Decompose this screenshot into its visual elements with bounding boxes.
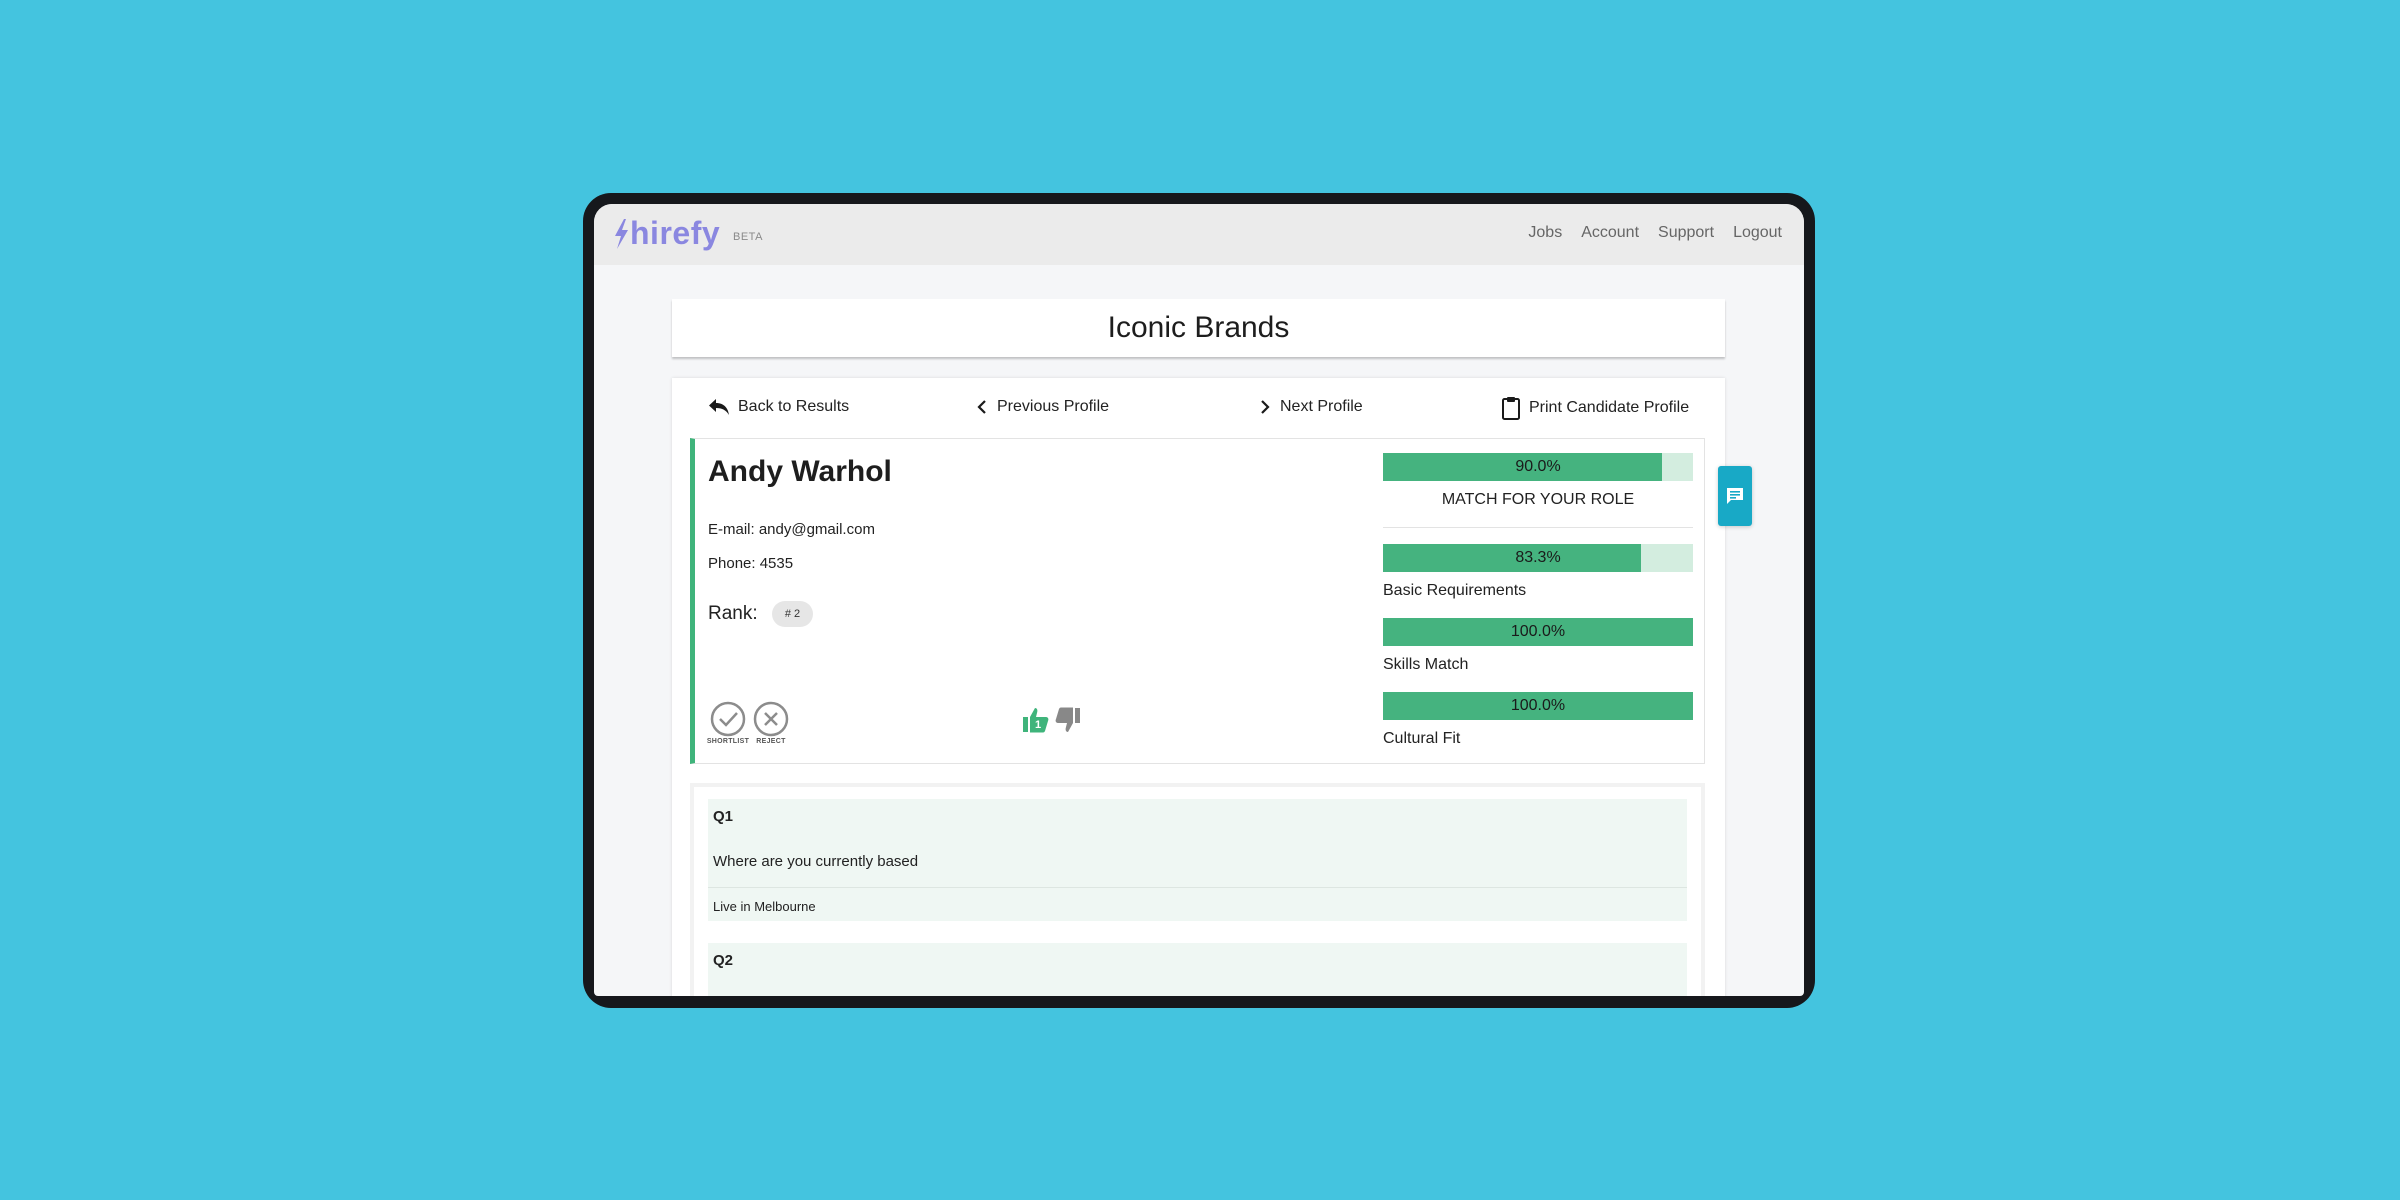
print-candidate-profile-label: Print Candidate Profile [1529, 399, 1690, 416]
overall-match-bar: 90.0% [1383, 453, 1693, 481]
questions-section: Q1 Where are you currently based Live in… [690, 783, 1705, 996]
question-number: Q1 [713, 808, 734, 825]
skills-match-label: Skills Match [1383, 656, 1469, 673]
next-profile-label: Next Profile [1280, 398, 1363, 415]
basic-requirements-percent: 83.3% [1515, 549, 1561, 566]
previous-profile-button[interactable]: Previous Profile [975, 398, 1109, 416]
overall-match-percent: 90.0% [1515, 458, 1561, 475]
reject-button[interactable]: REJECT [751, 701, 791, 745]
bolt-logo-icon [615, 219, 628, 249]
candidate-email: E-mail: andy@gmail.com [708, 521, 875, 538]
skills-match-percent: 100.0% [1510, 623, 1566, 640]
page-title-card: Iconic Brands [672, 299, 1725, 357]
upvote-count: 1 [1035, 719, 1041, 731]
nav-support-link[interactable]: Support [1658, 224, 1714, 242]
nav-account-link[interactable]: Account [1581, 224, 1639, 242]
reject-label: REJECT [756, 738, 786, 745]
back-to-results-label: Back to Results [738, 398, 850, 415]
basic-requirements-bar: 83.3% [1383, 544, 1693, 572]
question-card: Q1 Where are you currently based Live in… [708, 799, 1687, 921]
rank-badge: # 2 [772, 601, 813, 627]
beta-badge: BETA [733, 231, 763, 243]
clipboard-icon [1502, 397, 1520, 420]
shortlist-label: SHORTLIST [706, 738, 750, 745]
next-profile-button[interactable]: Next Profile [1258, 398, 1363, 416]
top-navbar: hirefy BETA Jobs Account Support Logout [594, 204, 1804, 265]
question-text: Where are you currently based [713, 853, 919, 870]
x-circle-icon [753, 701, 789, 737]
reply-arrow-icon [709, 399, 729, 415]
hirefy-logo[interactable]: hirefy [612, 216, 720, 250]
overall-match-label: MATCH FOR YOUR ROLE [1441, 491, 1635, 508]
chat-widget-button[interactable] [1718, 466, 1752, 526]
rank-label: Rank: [708, 603, 758, 624]
print-candidate-profile-button[interactable]: Print Candidate Profile [1501, 396, 1689, 420]
question-number: Q2 [713, 952, 734, 969]
score-divider [1383, 527, 1693, 528]
basic-requirements-label: Basic Requirements [1383, 582, 1527, 599]
back-to-results-button[interactable]: Back to Results [708, 398, 849, 416]
question-card: Q2 [708, 943, 1687, 996]
app-screen: hirefy BETA Jobs Account Support Logout … [594, 204, 1804, 996]
chevron-left-icon [977, 400, 986, 414]
candidate-phone: Phone: 4535 [708, 555, 794, 572]
cultural-fit-percent: 100.0% [1510, 697, 1566, 714]
logo-text: hirefy [630, 215, 721, 251]
question-separator [708, 887, 1687, 888]
nav-jobs-link[interactable]: Jobs [1528, 224, 1562, 242]
cultural-fit-label: Cultural Fit [1383, 730, 1461, 747]
page-title: Iconic Brands [1107, 311, 1290, 344]
profile-action-bar: Back to Results Previous Profile Next Pr… [672, 378, 1725, 438]
previous-profile-label: Previous Profile [997, 398, 1110, 415]
thumbs-up-icon[interactable]: 1 [1022, 706, 1050, 734]
answer-text: Live in Melbourne [713, 899, 816, 914]
chevron-right-icon [1261, 400, 1270, 414]
nav-logout-link[interactable]: Logout [1733, 224, 1782, 242]
candidate-card: Back to Results Previous Profile Next Pr… [672, 378, 1725, 996]
nav-links: Jobs Account Support Logout [1528, 224, 1782, 242]
shortlist-button[interactable]: SHORTLIST [706, 701, 750, 745]
check-circle-icon [710, 701, 746, 737]
tablet-frame: hirefy BETA Jobs Account Support Logout … [583, 193, 1815, 1008]
chat-icon [1727, 488, 1743, 504]
candidate-name: Andy Warhol [708, 455, 892, 488]
skills-match-bar: 100.0% [1383, 618, 1693, 646]
candidate-profile-panel: Andy Warhol E-mail: andy@gmail.com Phone… [690, 438, 1705, 764]
cultural-fit-bar: 100.0% [1383, 692, 1693, 720]
thumbs-down-icon[interactable] [1055, 706, 1081, 734]
